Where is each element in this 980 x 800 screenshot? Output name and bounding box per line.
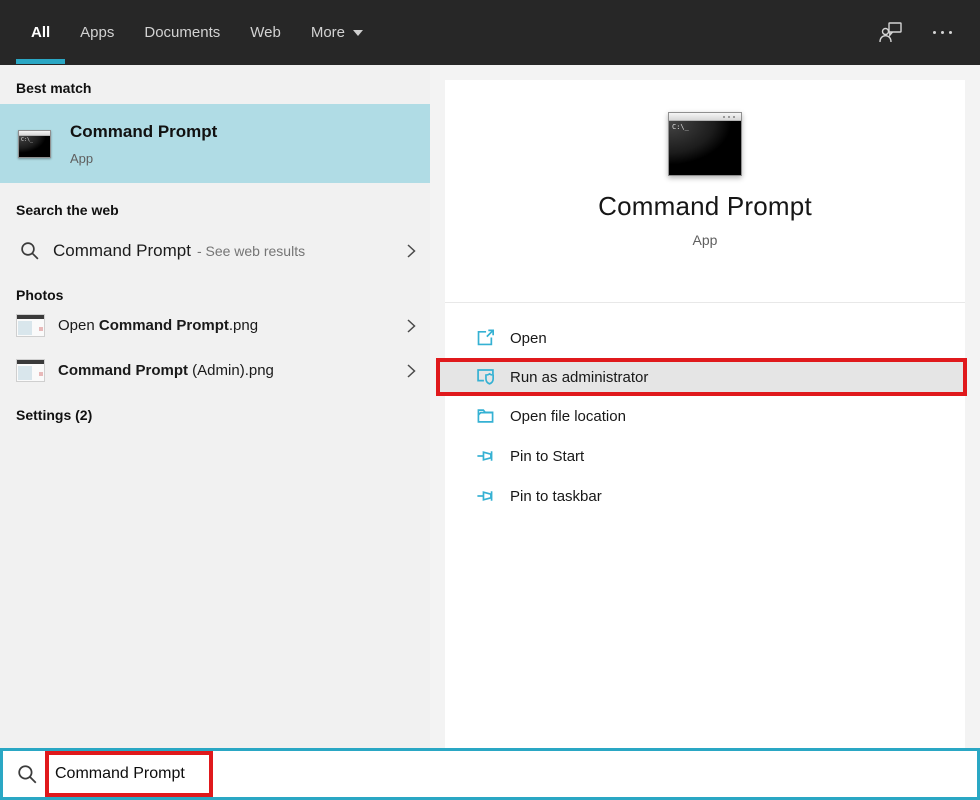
web-search-suffix: - See web results bbox=[196, 243, 306, 259]
cmd-window-text: C:\_ bbox=[21, 136, 34, 143]
folder-icon bbox=[477, 409, 494, 423]
run-as-admin-icon bbox=[477, 369, 494, 385]
photo-result-open-command-prompt[interactable]: Open Command Prompt.png bbox=[0, 303, 430, 348]
tab-web[interactable]: Web bbox=[235, 0, 296, 65]
action-pin-to-start[interactable]: Pin to Start bbox=[445, 436, 965, 476]
tab-apps[interactable]: Apps bbox=[65, 0, 129, 65]
search-query-callout-box bbox=[45, 751, 213, 797]
tab-web-label: Web bbox=[250, 24, 281, 41]
web-search-result[interactable]: Command Prompt - See web results bbox=[0, 229, 430, 273]
action-run-as-administrator-label: Run as administrator bbox=[510, 368, 649, 386]
photos-header: Photos bbox=[16, 287, 64, 303]
chevron-right-icon[interactable] bbox=[407, 363, 416, 379]
action-pin-to-taskbar-label: Pin to taskbar bbox=[510, 487, 602, 505]
tab-more[interactable]: More bbox=[296, 0, 378, 65]
command-prompt-icon-large: C:\_ bbox=[668, 112, 742, 176]
cmd-window-text: C:\_ bbox=[672, 123, 689, 131]
open-icon bbox=[477, 329, 494, 346]
photo-label: Open Command Prompt.png bbox=[58, 317, 259, 334]
photo-result-command-prompt-admin[interactable]: Command Prompt (Admin).png bbox=[0, 348, 430, 393]
action-pin-to-start-label: Pin to Start bbox=[510, 447, 585, 465]
chevron-right-icon[interactable] bbox=[407, 318, 416, 334]
action-pin-to-taskbar[interactable]: Pin to taskbar bbox=[445, 476, 965, 516]
photo-thumbnail bbox=[16, 359, 45, 382]
search-input[interactable] bbox=[49, 765, 201, 783]
chevron-down-icon bbox=[353, 29, 364, 36]
settings-header: Settings (2) bbox=[16, 407, 93, 423]
search-icon bbox=[21, 242, 39, 260]
action-open-file-location[interactable]: Open file location bbox=[445, 396, 965, 436]
photo-label: Command Prompt (Admin).png bbox=[58, 362, 274, 379]
action-open-file-location-label: Open file location bbox=[510, 407, 626, 425]
preview-card: C:\_ Command Prompt App Open Run as admi… bbox=[436, 80, 967, 748]
pin-icon bbox=[477, 491, 493, 501]
chevron-right-icon[interactable] bbox=[407, 243, 416, 259]
feedback-icon[interactable] bbox=[879, 21, 903, 44]
best-match-header: Best match bbox=[16, 80, 92, 96]
web-search-query: Command Prompt bbox=[53, 241, 191, 260]
best-match-type: App bbox=[70, 150, 94, 166]
photo-thumbnail bbox=[16, 314, 45, 337]
action-open-label: Open bbox=[510, 329, 547, 347]
command-prompt-icon: C:\_ bbox=[18, 129, 51, 158]
pin-icon bbox=[477, 451, 493, 461]
taskbar-search-box[interactable] bbox=[0, 748, 980, 800]
search-results-panel: Best match C:\_ Command Prompt App Searc… bbox=[0, 65, 430, 748]
best-match-result-command-prompt[interactable]: C:\_ Command Prompt App bbox=[0, 104, 430, 183]
filter-tabs: All Apps Documents Web More bbox=[16, 0, 378, 65]
action-open[interactable]: Open bbox=[445, 318, 965, 358]
ellipsis-icon[interactable] bbox=[933, 31, 952, 34]
search-filter-bar: All Apps Documents Web More bbox=[0, 0, 980, 65]
tab-documents[interactable]: Documents bbox=[129, 0, 235, 65]
tab-documents-label: Documents bbox=[144, 24, 221, 41]
search-web-header: Search the web bbox=[16, 202, 119, 218]
preview-title: Command Prompt bbox=[598, 191, 812, 221]
preview-subtitle: App bbox=[692, 232, 718, 248]
tab-all[interactable]: All bbox=[16, 0, 66, 65]
tab-all-label: All bbox=[31, 24, 51, 41]
context-actions: Open Run as administrator Open file loca… bbox=[436, 303, 967, 516]
preview-panel: C:\_ Command Prompt App Open Run as admi… bbox=[430, 65, 980, 748]
tab-more-label: More bbox=[310, 24, 346, 41]
best-match-title: Command Prompt bbox=[70, 121, 218, 141]
tab-apps-label: Apps bbox=[80, 24, 115, 41]
action-run-as-administrator[interactable]: Run as administrator bbox=[436, 358, 967, 396]
search-icon bbox=[18, 764, 37, 783]
